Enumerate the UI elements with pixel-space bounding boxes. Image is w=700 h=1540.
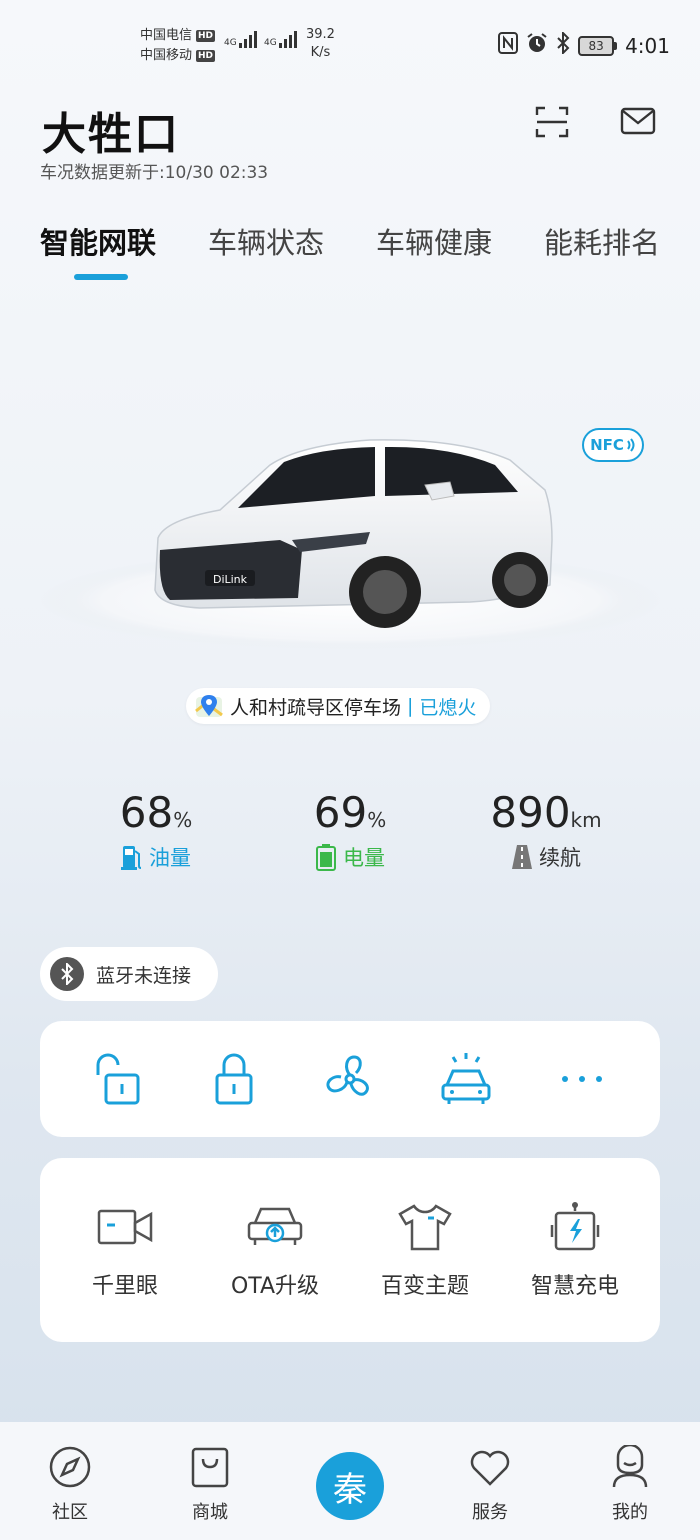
vehicle-name: 大牲口 <box>42 109 180 160</box>
battery-label: 电量 <box>343 846 385 870</box>
feature-themes[interactable]: 百变主题 <box>355 1200 495 1300</box>
feature-ota-upgrade[interactable]: OTA升级 <box>205 1200 345 1300</box>
more-icon <box>562 1076 602 1082</box>
tab-energy-ranking[interactable]: 能耗排名 <box>544 220 660 280</box>
feature-remote-camera[interactable]: 千里眼 <box>55 1200 195 1300</box>
range-unit: km <box>570 808 602 832</box>
fuel-stat[interactable]: 68% 油量 <box>56 790 256 872</box>
signal-2-icon: 4G <box>264 30 297 48</box>
main-tabs: 智能网联 车辆状态 车辆健康 能耗排名 <box>40 220 660 280</box>
fuel-value: 68 <box>119 788 174 837</box>
nav-mall[interactable]: 商城 <box>160 1444 260 1524</box>
feature-label: 智慧充电 <box>530 1274 619 1299</box>
battery-value: 69 <box>313 788 368 837</box>
nfc-status-icon <box>498 32 519 59</box>
battery-unit: % <box>367 808 387 832</box>
bluetooth-status[interactable]: 蓝牙未连接 <box>40 947 218 1001</box>
air-conditioning-button[interactable] <box>320 1049 380 1109</box>
unlock-icon <box>96 1053 140 1105</box>
message-button[interactable] <box>620 106 656 138</box>
battery-level-icon <box>316 844 336 871</box>
nav-label: 我的 <box>612 1502 648 1523</box>
fuel-pump-icon <box>121 846 142 870</box>
carrier-info: 中国电信 HD 中国移动 HD <box>140 26 216 66</box>
engine-status: 已熄火 <box>419 696 477 719</box>
location-separator: | <box>407 695 414 717</box>
feature-label: OTA升级 <box>230 1274 320 1299</box>
profile-icon <box>612 1445 648 1488</box>
mail-icon <box>620 107 656 135</box>
charge-icon <box>550 1202 600 1251</box>
carrier-1: 中国电信 <box>140 28 193 43</box>
map-pin-icon <box>195 695 223 717</box>
lock-button[interactable] <box>204 1049 264 1109</box>
car-location[interactable]: 人和村疏导区停车场 | 已熄火 <box>186 688 491 724</box>
bluetooth-label: 蓝牙未连接 <box>96 964 192 987</box>
feature-smart-charging[interactable]: 智慧充电 <box>505 1200 645 1300</box>
hd-badge: HD <box>196 50 216 62</box>
fan-icon <box>326 1055 369 1096</box>
signal-1-icon: 4G <box>224 30 257 48</box>
alarm-icon <box>526 32 548 59</box>
fuel-unit: % <box>173 808 193 832</box>
tab-vehicle-health[interactable]: 车辆健康 <box>376 220 492 280</box>
carrier-2: 中国移动 <box>140 48 193 63</box>
ota-icon <box>247 1207 303 1245</box>
scan-button[interactable] <box>534 104 570 140</box>
nfc-wave-icon <box>627 438 635 452</box>
location-name: 人和村疏导区停车场 <box>230 696 402 719</box>
nav-community[interactable]: 社区 <box>20 1444 120 1524</box>
fuel-label: 油量 <box>149 846 191 870</box>
car-image: DiLink <box>40 420 660 660</box>
range-label: 续航 <box>539 846 581 870</box>
range-stat[interactable]: 890km 续航 <box>446 790 646 872</box>
nav-home[interactable]: 秦 <box>300 1444 400 1520</box>
compass-icon <box>49 1446 91 1488</box>
clock: 4:01 <box>625 33 670 58</box>
scan-icon <box>535 106 569 138</box>
tab-smart-connect[interactable]: 智能网联 <box>40 220 156 280</box>
camera-icon <box>97 1209 153 1245</box>
nav-service[interactable]: 服务 <box>440 1444 540 1524</box>
unlock-button[interactable] <box>88 1049 148 1109</box>
status-bar: 中国电信 HD 中国移动 HD 4G 4G 39.2 K/s 83 4:01 <box>0 0 700 80</box>
nav-profile[interactable]: 我的 <box>580 1444 680 1524</box>
update-time: 车况数据更新于:10/30 02:33 <box>40 163 269 183</box>
quick-controls <box>40 1021 660 1137</box>
nav-label: 商城 <box>192 1502 228 1523</box>
bluetooth-icon <box>50 957 84 991</box>
theme-icon <box>398 1204 452 1251</box>
brand-logo: 秦 <box>316 1452 384 1520</box>
heart-icon <box>470 1450 510 1486</box>
grille-badge: DiLink <box>213 573 248 586</box>
battery-stat[interactable]: 69% 电量 <box>250 790 450 872</box>
feature-label: 千里眼 <box>91 1274 158 1299</box>
feature-grid: 千里眼 OTA升级 百变主题 智慧充电 <box>40 1158 660 1342</box>
range-value: 890 <box>490 788 571 837</box>
bottom-navigation: 社区 商城 秦 服务 我的 <box>0 1422 700 1540</box>
nfc-button[interactable]: NFC <box>582 428 644 462</box>
bluetooth-status-icon <box>556 30 570 59</box>
hd-badge: HD <box>196 30 216 42</box>
feature-label: 百变主题 <box>380 1274 469 1299</box>
more-controls-button[interactable] <box>552 1049 612 1109</box>
lock-icon <box>215 1053 253 1105</box>
nav-label: 社区 <box>52 1502 88 1523</box>
shopping-bag-icon <box>191 1447 229 1488</box>
find-car-button[interactable] <box>436 1049 496 1109</box>
road-icon <box>512 845 532 869</box>
nav-label: 服务 <box>472 1502 508 1523</box>
battery-icon: 83 <box>578 35 618 56</box>
network-speed: 39.2 K/s <box>306 27 335 60</box>
tab-vehicle-status[interactable]: 车辆状态 <box>208 220 324 280</box>
car-find-icon <box>441 1053 491 1104</box>
